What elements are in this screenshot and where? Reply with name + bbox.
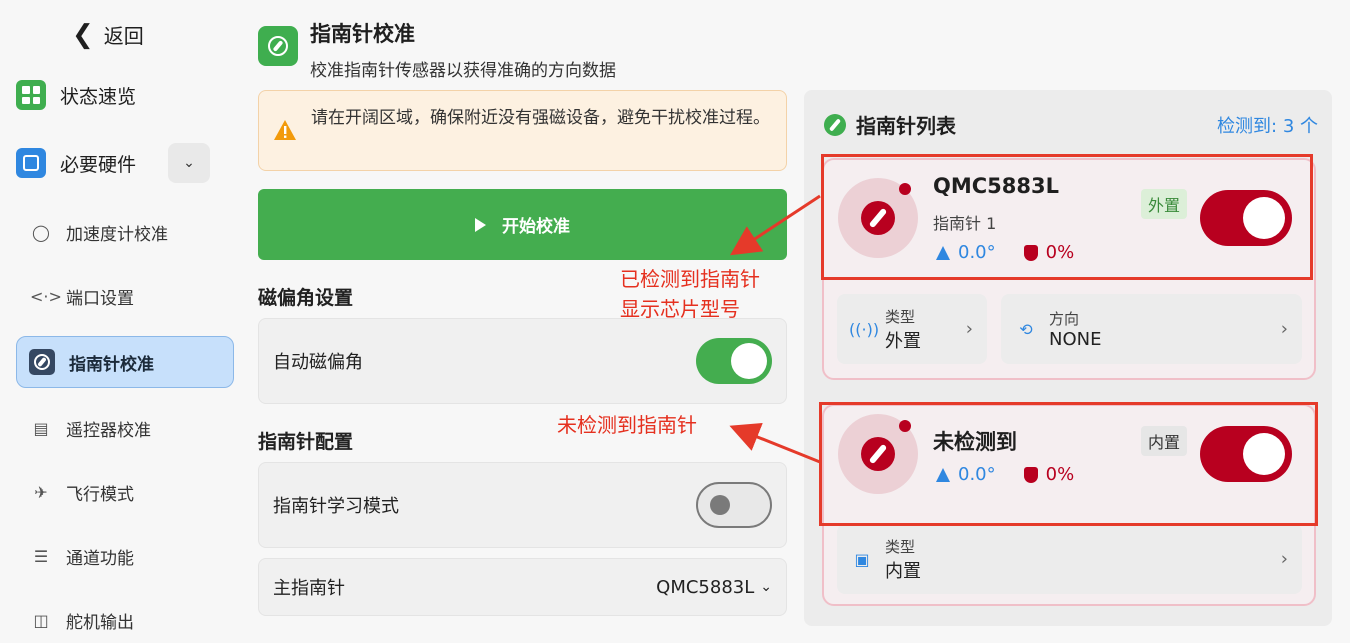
chevron-down-icon: ⌄ bbox=[183, 155, 195, 171]
chip-icon bbox=[16, 148, 46, 178]
sidebar-item-channels[interactable]: ☰ 通道功能 bbox=[30, 544, 134, 569]
declination-section-title: 磁偏角设置 bbox=[258, 287, 354, 309]
start-calibration-label: 开始校准 bbox=[502, 217, 570, 237]
compass-config-section-title: 指南针配置 bbox=[258, 431, 354, 453]
compass-1-type-value: 外置 bbox=[885, 330, 921, 352]
page-subtitle: 校准指南针传感器以获得准确的方向数据 bbox=[310, 61, 616, 81]
learn-mode-toggle[interactable] bbox=[696, 482, 772, 528]
sidebar-item-label: 状态速览 bbox=[60, 85, 137, 108]
dashboard-icon bbox=[16, 80, 46, 110]
compass-list-title: 指南针列表 bbox=[824, 110, 956, 139]
start-calibration-button[interactable]: 开始校准 bbox=[258, 189, 787, 260]
auto-declination-label: 自动磁偏角 bbox=[273, 352, 363, 373]
warning-banner: 请在开阔区域，确保附近没有强磁设备，避免干扰校准过程。 bbox=[258, 90, 787, 171]
sidebar-item-compass[interactable]: 指南针校准 bbox=[16, 336, 234, 388]
sidebar-item-label: 遥控器校准 bbox=[66, 421, 151, 441]
sidebar-item-flight-modes[interactable]: ✈ 飞行模式 bbox=[30, 480, 134, 505]
sidebar-item-label: 必要硬件 bbox=[60, 153, 137, 176]
sidebar-item-radio[interactable]: ▤ 遥控器校准 bbox=[30, 416, 151, 441]
back-button[interactable]: ❮ 返回 bbox=[72, 20, 144, 49]
primary-compass-value: QMC5883L bbox=[656, 576, 755, 598]
chevron-left-icon: ❮ bbox=[72, 19, 94, 50]
collapse-toggle-button[interactable]: ⌄ bbox=[168, 143, 210, 183]
compass-1-type-label: 类型 bbox=[885, 307, 916, 326]
sidebar-item-label: 加速度计校准 bbox=[66, 225, 168, 245]
compass-2-type-label: 类型 bbox=[885, 537, 916, 556]
sidebar: ❮ 返回 状态速览 必要硬件 ⌄ ◯ 加速度计校准 <·> 端口设置 指南针校准… bbox=[0, 0, 245, 643]
annotation-detected-line2: 显示芯片型号 bbox=[620, 297, 740, 321]
gauge-icon: ◯ bbox=[32, 223, 50, 242]
learn-mode-row: 指南针学习模式 bbox=[258, 462, 787, 548]
sidebar-item-hardware[interactable]: 必要硬件 bbox=[16, 148, 136, 178]
sidebar-item-label: 指南针校准 bbox=[69, 354, 154, 375]
annotation-box-not-detected bbox=[819, 402, 1318, 526]
learn-mode-label: 指南针学习模式 bbox=[273, 496, 399, 517]
annotation-detected-text: 已检测到指南针 显示芯片型号 bbox=[620, 264, 760, 324]
airplane-icon: ✈ bbox=[34, 483, 48, 502]
sidebar-item-status[interactable]: 状态速览 bbox=[16, 80, 136, 110]
compass-icon bbox=[824, 113, 846, 136]
compass-icon bbox=[29, 349, 55, 375]
primary-compass-label: 主指南针 bbox=[273, 578, 345, 599]
play-icon bbox=[475, 217, 486, 232]
primary-compass-select[interactable]: QMC5883L ⌄ bbox=[656, 577, 772, 598]
sliders-icon: ☰ bbox=[33, 547, 49, 566]
sidebar-item-label: 通道功能 bbox=[66, 549, 134, 569]
radio-icon: ▤ bbox=[33, 419, 49, 438]
compass-1-orientation-value: NONE bbox=[1049, 329, 1102, 350]
chevron-down-icon: ⌄ bbox=[760, 579, 772, 595]
annotation-box-detected bbox=[821, 154, 1313, 280]
detected-count: 检测到: 3 个 bbox=[1217, 116, 1318, 137]
sidebar-item-label: 飞行模式 bbox=[66, 485, 134, 505]
sidebar-item-label: 舵机输出 bbox=[66, 613, 134, 633]
compass-icon bbox=[258, 26, 298, 66]
sidebar-item-label: 端口设置 bbox=[66, 289, 134, 309]
compass-2-type-value: 内置 bbox=[885, 560, 921, 582]
warning-icon bbox=[274, 120, 296, 140]
sidebar-item-accelerometer[interactable]: ◯ 加速度计校准 bbox=[30, 220, 168, 245]
annotation-detected-line1: 已检测到指南针 bbox=[620, 267, 760, 291]
sidebar-item-ports[interactable]: <·> 端口设置 bbox=[30, 284, 134, 309]
back-label: 返回 bbox=[103, 24, 144, 48]
compass-list-title-text: 指南针列表 bbox=[856, 114, 956, 138]
chevron-right-icon: › bbox=[1280, 318, 1288, 340]
compass-1-orientation-label: 方向 bbox=[1049, 310, 1080, 328]
compass-2-type-button[interactable]: ▣ 类型 内置 › bbox=[837, 524, 1302, 594]
compass-1-type-button[interactable]: ((·)) 类型 外置 › bbox=[837, 294, 987, 364]
warning-text: 请在开阔区域，确保附近没有强磁设备，避免干扰校准过程。 bbox=[311, 108, 770, 128]
auto-declination-row: 自动磁偏角 bbox=[258, 318, 787, 404]
rotate-icon: ⟲ bbox=[1019, 319, 1033, 339]
servo-icon: ◫ bbox=[33, 611, 49, 630]
annotation-not-detected-text: 未检测到指南针 bbox=[557, 413, 697, 437]
code-arrows-icon: <·> bbox=[30, 287, 62, 306]
chevron-right-icon: › bbox=[1280, 548, 1288, 570]
primary-compass-row: 主指南针 QMC5883L ⌄ bbox=[258, 558, 787, 616]
antenna-icon: ((·)) bbox=[849, 319, 880, 339]
compass-1-orientation-button[interactable]: ⟲ 方向 NONE › bbox=[1001, 294, 1302, 364]
chevron-right-icon: › bbox=[965, 318, 973, 340]
page-title: 指南针校准 bbox=[310, 22, 415, 46]
auto-declination-toggle[interactable] bbox=[696, 338, 772, 384]
chip-icon: ▣ bbox=[854, 549, 870, 569]
sidebar-item-servo[interactable]: ◫ 舵机输出 bbox=[30, 608, 134, 633]
